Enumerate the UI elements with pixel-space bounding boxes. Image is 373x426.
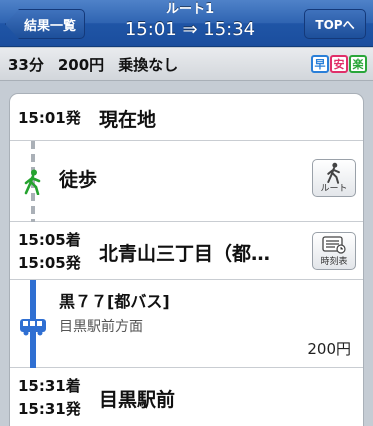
top-button[interactable]: TOPへ xyxy=(304,9,366,39)
departure-time: 15:01発 xyxy=(18,109,81,127)
route-summary-bar: 33分 200円 乗換なし 早 安 楽 xyxy=(0,48,373,81)
easiest-badge: 楽 xyxy=(349,55,367,73)
transfer-count: 乗換なし xyxy=(118,55,179,74)
cheapest-badge: 安 xyxy=(330,55,348,73)
stop-row: 15:05着 15:05発 北青山三丁目（都… 時刻表 xyxy=(10,222,363,280)
route-title: ルート1 xyxy=(165,2,215,17)
fastest-badge: 早 xyxy=(311,55,329,73)
nav-title: ルート1 15:01 ⇒ 15:34 xyxy=(95,2,285,42)
arrival-time: 15:31着 xyxy=(18,377,81,395)
navigation-bar: 結果一覧 ルート1 15:01 ⇒ 15:34 TOPへ xyxy=(0,0,373,47)
duration: 33分 xyxy=(8,55,44,74)
route-time-range: 15:01 ⇒ 15:34 xyxy=(124,19,256,40)
timetable-icon xyxy=(322,236,346,254)
back-to-results-button[interactable]: 結果一覧 xyxy=(5,9,85,39)
timetable-button[interactable]: 時刻表 xyxy=(312,232,356,270)
route-badges: 早 安 楽 xyxy=(311,55,367,73)
walk-route-button[interactable]: ルート xyxy=(312,159,356,197)
bus-segment-row: 黒７７[都バス] 目黒駅前方面 200円 xyxy=(10,280,363,368)
arrival-departure-time: 15:31発 xyxy=(18,400,81,418)
departure-row: 15:01発 現在地 xyxy=(10,94,363,141)
bus-line-name: 黒７７[都バス] xyxy=(59,292,170,311)
walk-segment-row: 徒歩 ルート xyxy=(10,141,363,222)
arrival-place: 目黒駅前 xyxy=(99,389,176,411)
arrival-row: 15:31着 15:31発 目黒駅前 xyxy=(10,368,363,426)
bus-icon xyxy=(19,318,47,340)
route-detail-card: 15:01発 現在地 徒歩 ルート 15:05着 15:05発 北青山三丁目（都… xyxy=(9,93,364,426)
departure-place: 現在地 xyxy=(99,109,157,131)
total-fare: 200円 xyxy=(57,55,105,74)
walking-person-icon xyxy=(22,169,44,199)
walk-route-button-label: ルート xyxy=(320,184,348,194)
stop-arrival-time: 15:05着 xyxy=(18,231,81,249)
stop-departure-time: 15:05発 xyxy=(18,254,81,272)
timetable-button-label: 時刻表 xyxy=(320,257,348,267)
bus-fare: 200円 xyxy=(307,340,351,358)
bus-direction: 目黒駅前方面 xyxy=(59,319,143,335)
walk-label: 徒歩 xyxy=(59,169,98,191)
stop-place: 北青山三丁目（都… xyxy=(99,243,271,265)
